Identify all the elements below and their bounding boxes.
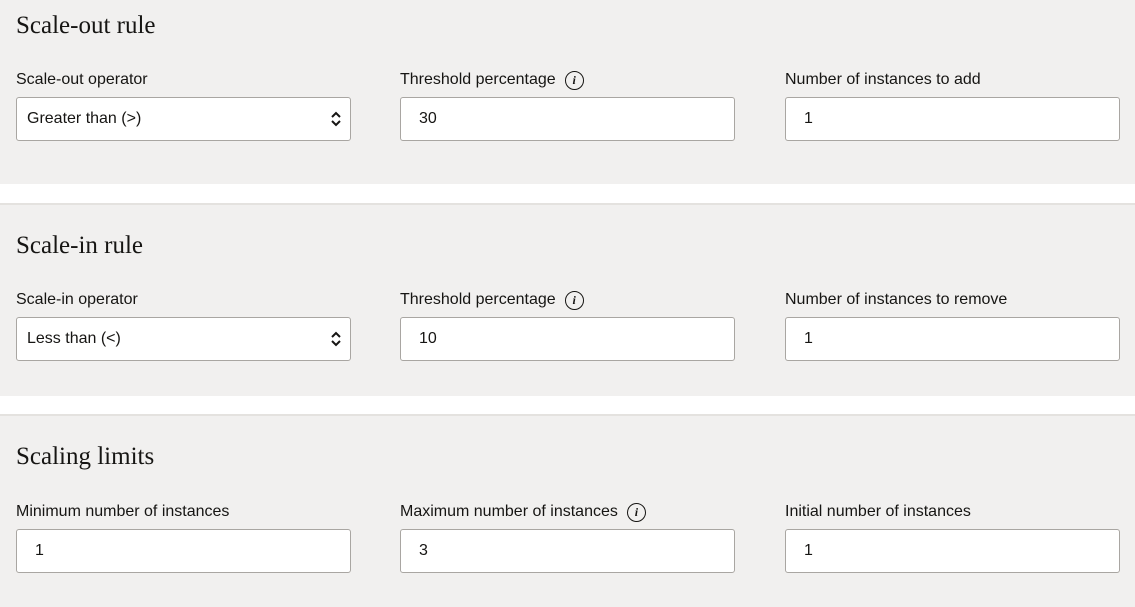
instances-to-remove-input[interactable] — [796, 330, 1109, 348]
scale-in-count-label: Number of instances to remove — [785, 289, 1120, 311]
scale-out-rule-panel: Scale-out rule Scale-out operator Greate… — [0, 0, 1135, 184]
min-instances-label-text: Minimum number of instances — [16, 503, 230, 520]
scale-out-threshold-label-text: Threshold percentage — [400, 71, 556, 88]
scale-out-threshold-input-box — [400, 97, 735, 141]
initial-instances-input-box — [785, 529, 1120, 573]
max-instances-field: Maximum number of instances i — [400, 501, 735, 573]
scale-in-operator-value: Less than (<) — [27, 330, 121, 347]
max-instances-label-text: Maximum number of instances — [400, 503, 618, 520]
scale-in-threshold-input[interactable] — [411, 330, 724, 348]
scale-in-rule-panel: Scale-in rule Scale-in operator Less tha… — [0, 203, 1135, 396]
scale-in-operator-label: Scale-in operator — [16, 289, 351, 311]
initial-instances-label: Initial number of instances — [785, 501, 1120, 523]
instances-to-add-input[interactable] — [796, 110, 1109, 128]
max-instances-input-box — [400, 529, 735, 573]
scale-out-operator-label: Scale-out operator — [16, 69, 351, 91]
scale-in-threshold-input-box — [400, 317, 735, 361]
scale-in-operator-label-text: Scale-in operator — [16, 291, 138, 308]
scale-out-threshold-label: Threshold percentage i — [400, 69, 735, 91]
max-instances-input[interactable] — [411, 542, 724, 560]
scale-out-count-field: Number of instances to add — [785, 69, 1120, 141]
initial-instances-field: Initial number of instances — [785, 501, 1120, 573]
up-down-chevron-icon — [330, 109, 342, 129]
scale-out-operator-select[interactable]: Greater than (>) — [16, 97, 351, 141]
scaling-limits-title: Scaling limits — [16, 443, 155, 470]
max-instances-label: Maximum number of instances i — [400, 501, 735, 523]
scale-out-threshold-input[interactable] — [411, 110, 724, 128]
scale-out-threshold-field: Threshold percentage i — [400, 69, 735, 141]
initial-instances-input[interactable] — [796, 542, 1109, 560]
scale-in-count-input-box — [785, 317, 1120, 361]
info-icon[interactable]: i — [626, 502, 646, 522]
scale-out-count-label: Number of instances to add — [785, 69, 1120, 91]
scale-out-count-label-text: Number of instances to add — [785, 71, 981, 88]
scale-in-threshold-field: Threshold percentage i — [400, 289, 735, 361]
info-icon[interactable]: i — [564, 290, 584, 310]
initial-instances-label-text: Initial number of instances — [785, 503, 971, 520]
scale-in-count-label-text: Number of instances to remove — [785, 291, 1008, 308]
scale-in-threshold-label: Threshold percentage i — [400, 289, 735, 311]
scale-out-rule-title: Scale-out rule — [16, 12, 156, 39]
scale-out-operator-value: Greater than (>) — [27, 110, 142, 127]
scale-in-threshold-label-text: Threshold percentage — [400, 291, 556, 308]
info-icon[interactable]: i — [564, 70, 584, 90]
min-instances-input[interactable] — [27, 542, 340, 560]
scale-out-count-input-box — [785, 97, 1120, 141]
up-down-chevron-icon — [330, 329, 342, 349]
scale-out-operator-field: Scale-out operator Greater than (>) — [16, 69, 351, 141]
scale-in-operator-select[interactable]: Less than (<) — [16, 317, 351, 361]
scaling-limits-panel: Scaling limits Minimum number of instanc… — [0, 414, 1135, 607]
scale-in-operator-field: Scale-in operator Less than (<) — [16, 289, 351, 361]
scale-out-operator-label-text: Scale-out operator — [16, 71, 148, 88]
min-instances-field: Minimum number of instances — [16, 501, 351, 573]
scale-in-count-field: Number of instances to remove — [785, 289, 1120, 361]
min-instances-input-box — [16, 529, 351, 573]
min-instances-label: Minimum number of instances — [16, 501, 351, 523]
scale-in-rule-title: Scale-in rule — [16, 232, 144, 259]
